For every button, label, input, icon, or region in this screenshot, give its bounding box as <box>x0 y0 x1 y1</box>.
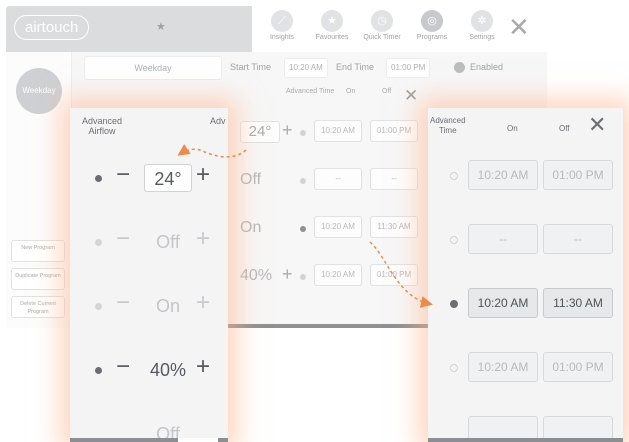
arrow-to-airflow-value <box>177 144 247 158</box>
arrow-to-time-row <box>369 241 433 308</box>
callout-arrows <box>177 144 433 308</box>
